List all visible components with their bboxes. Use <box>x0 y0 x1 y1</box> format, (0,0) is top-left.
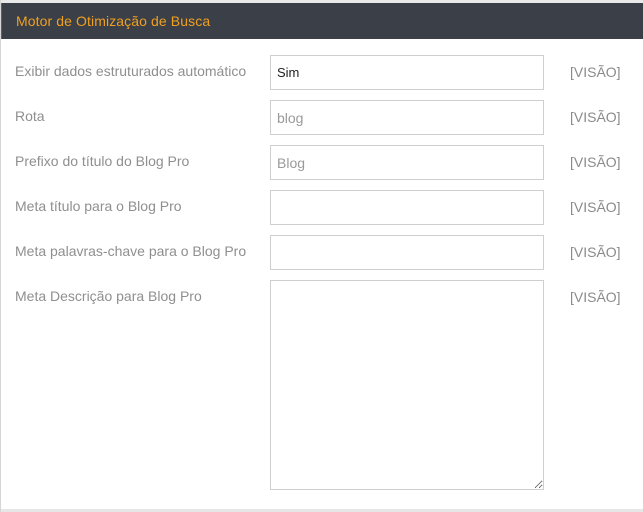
meta-description-textarea[interactable] <box>270 280 544 490</box>
section-title: Motor de Otimização de Busca <box>16 13 211 29</box>
meta-title-input[interactable] <box>270 190 544 225</box>
section-header[interactable]: Motor de Otimização de Busca <box>1 3 643 39</box>
route-input[interactable] <box>270 100 544 135</box>
meta-keywords-input[interactable] <box>270 235 544 270</box>
structured-data-select[interactable] <box>270 55 544 90</box>
seo-settings-panel: Motor de Otimização de Busca Exibir dado… <box>0 0 643 512</box>
scope-label: [VISÃO] <box>570 244 621 260</box>
setting-label-route: Rota <box>15 108 45 124</box>
setting-label-meta-description: Meta Descrição para Blog Pro <box>15 288 202 304</box>
setting-label-structured-data: Exibir dados estruturados automático <box>15 63 247 79</box>
setting-label-meta-title: Meta título para o Blog Pro <box>15 198 182 214</box>
setting-label-meta-keywords: Meta palavras-chave para o Blog Pro <box>15 243 247 259</box>
setting-label-title-prefix: Prefixo do título do Blog Pro <box>15 153 190 169</box>
title-prefix-input[interactable] <box>270 145 544 180</box>
scope-label: [VISÃO] <box>570 109 621 125</box>
scope-label: [VISÃO] <box>570 289 621 305</box>
scope-label: [VISÃO] <box>570 199 621 215</box>
scope-label: [VISÃO] <box>570 154 621 170</box>
scope-label: [VISÃO] <box>570 64 621 80</box>
